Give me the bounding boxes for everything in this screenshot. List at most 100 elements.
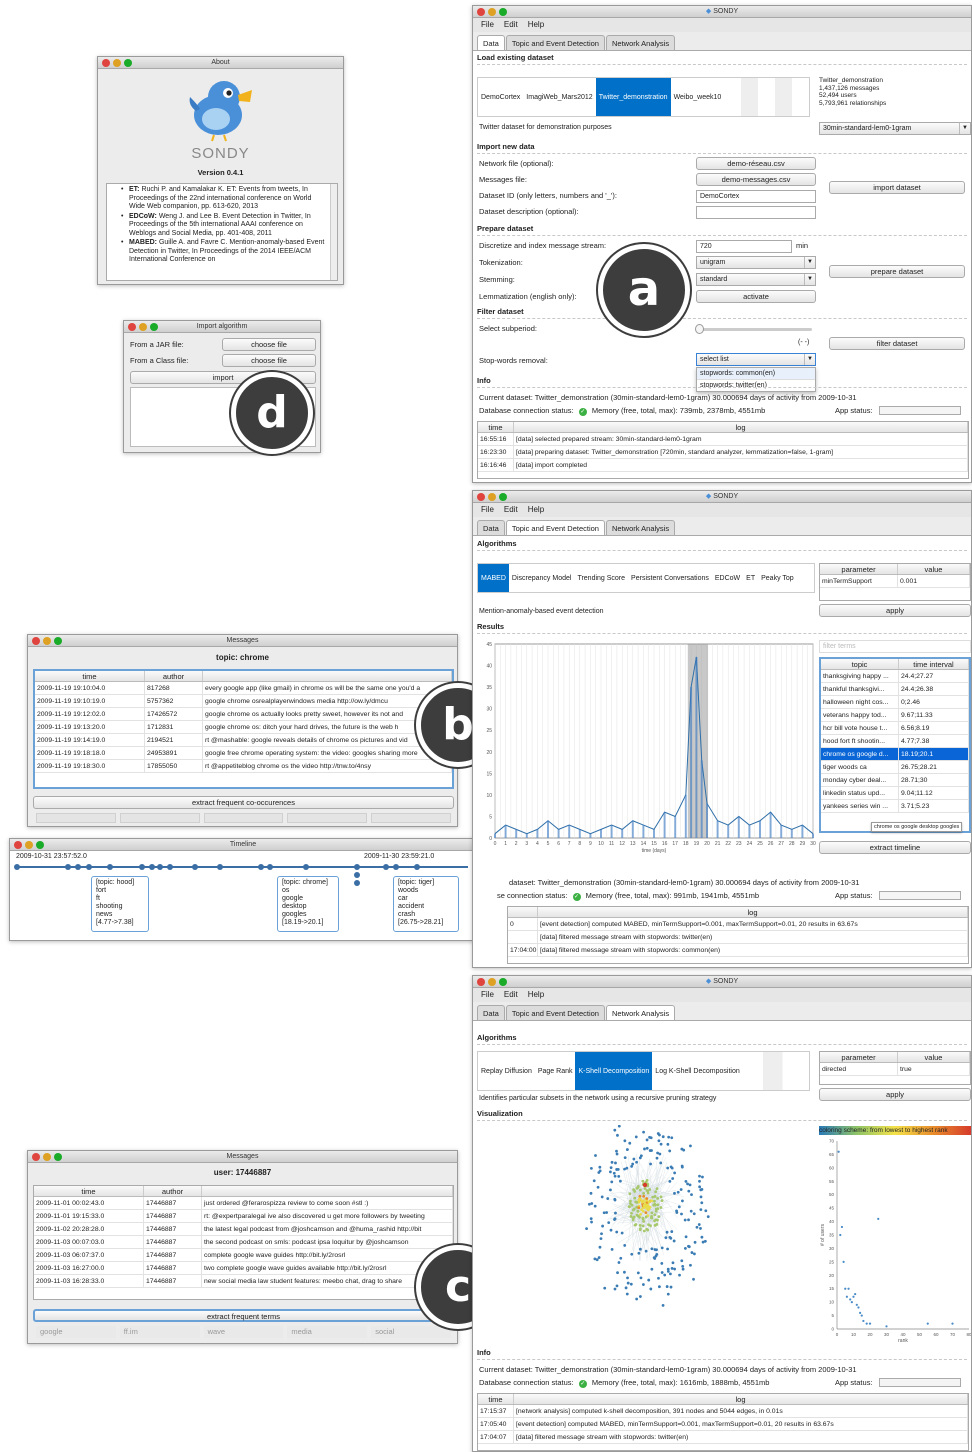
table-row[interactable]: 2009-11-19 19:12:02.0 17426572 google chro… [35,708,452,721]
timeline-box-hood[interactable]: [topic: hood] fort ft shooting news [4.77->7.… [91,876,149,932]
extract-frequent-terms-button[interactable]: extract frequent terms [33,1309,454,1322]
topic-row[interactable]: hood fort ft shootin... 4.77;7.38 [821,735,969,748]
table-row[interactable]: 2009-11-03 16:28:33.0 17446887 new social … [34,1275,453,1288]
table-row[interactable]: 2009-11-19 19:10:19.0 5757362 google chrom… [35,695,452,708]
algorithm-item[interactable]: Trending Score [574,564,628,592]
close-icon[interactable] [477,493,485,501]
minimize-icon[interactable] [488,8,496,16]
tab-data[interactable]: Data [477,1005,505,1020]
zoom-icon[interactable] [54,1153,62,1161]
col-text[interactable] [203,671,452,681]
topic-row[interactable]: halloween night cos... 0;2.46 [821,696,969,709]
algorithm-item[interactable]: Peaky Top [758,564,797,592]
minimize-icon[interactable] [25,841,33,849]
close-icon[interactable] [32,1153,40,1161]
minimize-icon[interactable] [139,323,147,331]
dataset-desc-input[interactable] [696,206,816,219]
dataset-item[interactable]: ImagiWeb_Mars2012 [523,78,595,116]
rank-scatter-chart[interactable]: 0 5 10 15 20 25 30 35 40 45 50 55 60 65 70 0 10 20 30 40 50 6… [819,1137,972,1344]
choose-jar-button[interactable]: choose file [222,338,316,351]
minimize-icon[interactable] [43,1153,51,1161]
algorithm-item[interactable]: Persistent Conversations [628,564,712,592]
topic-row[interactable]: monday cyber deal... 28.71;30 [821,774,969,787]
log-table[interactable]: log 0 [event detection] computed MABED, m… [507,906,969,964]
messages-file-button[interactable]: demo-messages.csv [696,173,816,186]
references-list[interactable]: • ET: Ruchi P. and Kamalakar K. ET: Event… [106,183,338,281]
topic-row[interactable]: hcr bill vote house t... 6.56;8.19 [821,722,969,735]
algorithm-item-selected[interactable]: K-Shell Decomposition [575,1052,653,1090]
network-graph[interactable] [477,1125,815,1341]
table-row[interactable]: 2009-11-19 19:14:19.0 2194521 rt @mashable… [35,734,452,747]
tokenization-select[interactable]: unigram ▼ [696,256,816,269]
param-row[interactable]: directed true [820,1063,970,1076]
topic-row[interactable]: thankful thanksgivi... 24.4;26.38 [821,683,969,696]
stream-select[interactable]: 30min-standard-lem0-1gram ▼ [819,122,971,135]
zoom-icon[interactable] [499,978,507,986]
tab-data[interactable]: Data [477,520,505,535]
menu-help[interactable]: Help [528,18,544,32]
apply-button[interactable]: apply [819,604,971,617]
menu-help[interactable]: Help [528,988,544,1002]
col-text[interactable] [202,1186,453,1196]
tab-network[interactable]: Network Analysis [605,35,676,50]
minimize-icon[interactable] [43,637,51,645]
log-table[interactable]: time log 17:15:37 [network analysis] compu… [477,1393,969,1451]
discretize-input[interactable]: 720 [696,240,792,253]
activate-button[interactable]: activate [696,290,816,303]
menu-file[interactable]: File [481,988,494,1002]
refs-scrollbar[interactable] [330,184,337,280]
close-icon[interactable] [102,59,110,67]
menu-help[interactable]: Help [528,503,544,517]
zoom-icon[interactable] [150,323,158,331]
algorithm-list[interactable]: MABED Discrepancy Model Trending Score P… [477,563,815,593]
topic-row[interactable]: linkedin status upd... 9.04;11.12 [821,787,969,800]
menu-edit[interactable]: Edit [504,988,518,1002]
zoom-icon[interactable] [124,59,132,67]
close-icon[interactable] [32,637,40,645]
stopwords-option[interactable]: stopwords: twitter(en) [697,380,815,391]
stopwords-option[interactable]: stopwords: common(en) [697,368,815,380]
event-chart[interactable]: 0510152025303540450 1 2 3 4 5 6 7 8 9 10 11 12 13 14 15… [477,638,817,858]
tab-topic[interactable]: Topic and Event Detection [505,520,605,535]
menu-file[interactable]: File [481,18,494,32]
minimize-icon[interactable] [113,59,121,67]
parameter-table[interactable]: parameter value directed true [819,1051,971,1085]
close-icon[interactable] [14,841,22,849]
algorithm-item[interactable]: Page Rank [535,1052,576,1090]
menu-edit[interactable]: Edit [504,18,518,32]
zoom-icon[interactable] [36,841,44,849]
dataset-item[interactable]: Weibo_week10 [671,78,725,116]
filter-terms-input[interactable]: filter terms [819,640,971,653]
col-time[interactable]: time [34,1186,144,1196]
table-row[interactable]: 2009-11-03 00:07:03.0 17446887 the second … [34,1236,453,1249]
tab-data[interactable]: Data [477,35,505,50]
tab-network[interactable]: Network Analysis [605,1005,676,1020]
table-row[interactable]: 2009-11-02 20:28:28.0 17446887 the latest … [34,1223,453,1236]
apply-button[interactable]: apply [819,1088,971,1101]
topic-row[interactable]: chrome os google d... 18.19;20.1 [821,748,969,761]
tab-topic[interactable]: Topic and Event Detection [505,1005,605,1020]
topic-row[interactable]: thanksgiving happy ... 24.4;27.27 [821,670,969,683]
menu-edit[interactable]: Edit [504,503,518,517]
parameter-table[interactable]: parameter value minTermSupport 0.001 [819,563,971,601]
zoom-icon[interactable] [499,8,507,16]
param-row[interactable]: minTermSupport 0.001 [820,575,970,588]
timeline-box-chrome[interactable]: [topic: chrome] os google desktop googles [18… [277,876,339,932]
algorithm-item-selected[interactable]: MABED [478,564,509,592]
minimize-icon[interactable] [488,978,496,986]
table-row[interactable]: 2009-11-19 19:10:04.0 817268 every google … [35,682,452,695]
table-row[interactable]: 2009-11-19 19:13:20.0 1712831 google chrom… [35,721,452,734]
algorithm-item[interactable]: EDCoW [712,564,743,592]
stemming-select[interactable]: standard ▼ [696,273,816,286]
col-author[interactable]: author [145,671,203,681]
dataset-item[interactable]: DemoCortex [478,78,523,116]
zoom-icon[interactable] [54,637,62,645]
topic-row[interactable]: tiger woods ca 26.75;28.21 [821,761,969,774]
minimize-icon[interactable] [488,493,496,501]
zoom-icon[interactable] [499,493,507,501]
topics-table[interactable]: topic time interval thanksgiving happy ..… [819,657,971,833]
table-row[interactable]: 2009-11-01 19:15:33.0 17446887 rt: @expert… [34,1210,453,1223]
close-icon[interactable] [128,323,136,331]
table-row[interactable]: 2009-11-03 06:07:37.0 17446887 complete go… [34,1249,453,1262]
table-row[interactable]: 2009-11-19 19:18:18.0 24953891 google free… [35,747,452,760]
